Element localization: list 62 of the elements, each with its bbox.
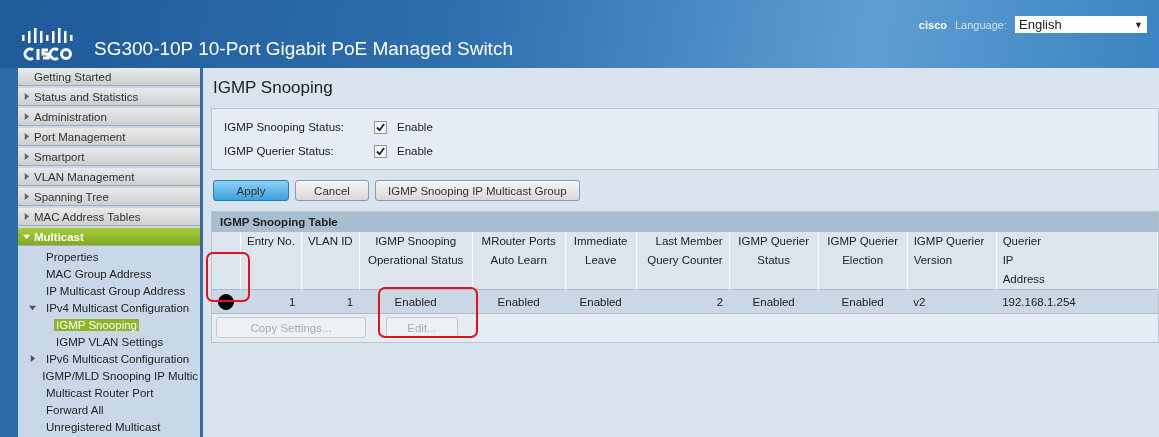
table-cell: Enabled	[497, 295, 540, 308]
nav-item[interactable]: Administration	[18, 108, 200, 126]
expand-arrow-icon	[22, 213, 30, 220]
table-cell: 1	[346, 295, 354, 308]
column-header: IGMP Querier Election	[826, 234, 900, 268]
nav-link[interactable]: MAC Group Address	[44, 267, 154, 280]
table-cell: Enabled	[752, 295, 795, 308]
table-cell: 2	[716, 295, 724, 308]
checkbox[interactable]	[374, 120, 387, 134]
nav-item[interactable]: Spanning Tree	[18, 188, 200, 206]
action-button[interactable]: Apply	[213, 180, 289, 201]
table-title: IGMP Snooping Table	[220, 216, 338, 228]
nav-link[interactable]: IPv4 Multicast Configuration	[44, 301, 192, 314]
language-label: Language:	[955, 18, 1007, 31]
checkbox[interactable]	[374, 144, 387, 158]
product-title: SG300-10P 10-Port Gigabit PoE Managed Switch	[94, 38, 513, 60]
nav-link[interactable]: IGMP VLAN Settings	[54, 335, 166, 348]
nav-link[interactable]: Unregistered Multicast	[44, 420, 163, 433]
column-header: IGMP Querier Status	[737, 234, 811, 268]
nav-item[interactable]: Getting Started	[18, 68, 200, 86]
table-cell: Enabled	[841, 295, 884, 308]
column-header: Querier IP Address	[1002, 234, 1046, 287]
nav-item[interactable]: Status and Statistics	[18, 88, 200, 106]
language-select[interactable]: English ▼	[1015, 16, 1147, 33]
expand-arrow-icon	[22, 173, 30, 180]
nav-link[interactable]: IGMP/MLD Snooping IP Multic	[40, 369, 200, 382]
table-cell: 192.168.1.254	[1002, 295, 1076, 308]
expand-arrow-icon	[22, 193, 30, 200]
column-header: Last Member Query Counter	[646, 234, 723, 268]
checkbox-label: Enable	[397, 145, 433, 157]
nav-item[interactable]: MAC Address Tables	[18, 208, 200, 226]
nav-link[interactable]: Multicast Router Port	[44, 386, 156, 399]
action-button[interactable]: Cancel	[295, 180, 369, 201]
expand-arrow-icon	[22, 133, 30, 140]
table-cell: Enabled	[394, 295, 437, 308]
expand-arrow-icon	[22, 233, 30, 240]
column-header: IGMP Snooping Operational Status	[367, 234, 465, 268]
nav-link[interactable]: IP Multicast Group Address	[44, 284, 188, 297]
table-cell: v2	[913, 295, 926, 308]
expand-arrow-icon	[22, 113, 30, 120]
setting-label: IGMP Snooping Status:	[224, 121, 345, 133]
column-header: Immediate Leave	[572, 234, 629, 268]
column-header: VLAN ID	[307, 234, 353, 249]
highlight-box	[206, 252, 250, 302]
expand-arrow-icon	[22, 153, 30, 160]
expand-arrow-icon	[22, 93, 30, 100]
action-button[interactable]: IGMP Snooping IP Multicast Group	[375, 180, 580, 201]
setting-label: IGMP Querier Status:	[224, 145, 335, 157]
user-name: cisco	[918, 18, 947, 31]
nav-item[interactable]: Port Management	[18, 128, 200, 146]
table-cell: Enabled	[579, 295, 622, 308]
nav-link[interactable]: Properties	[44, 250, 101, 263]
table-cell: 1	[289, 295, 296, 308]
checkbox-label: Enable	[397, 121, 433, 133]
column-header: MRouter Ports Auto Learn	[480, 234, 557, 268]
column-header: IGMP Querier Version	[913, 234, 986, 268]
page-title: IGMP Snooping	[212, 78, 334, 99]
nav-item[interactable]: VLAN Management	[18, 168, 200, 186]
nav-link[interactable]: IPv6 Multicast Configuration	[44, 352, 192, 365]
nav-link[interactable]: Forward All	[44, 403, 106, 416]
column-header: Entry No.	[247, 234, 295, 249]
nav-item[interactable]: Smartport	[18, 148, 200, 166]
